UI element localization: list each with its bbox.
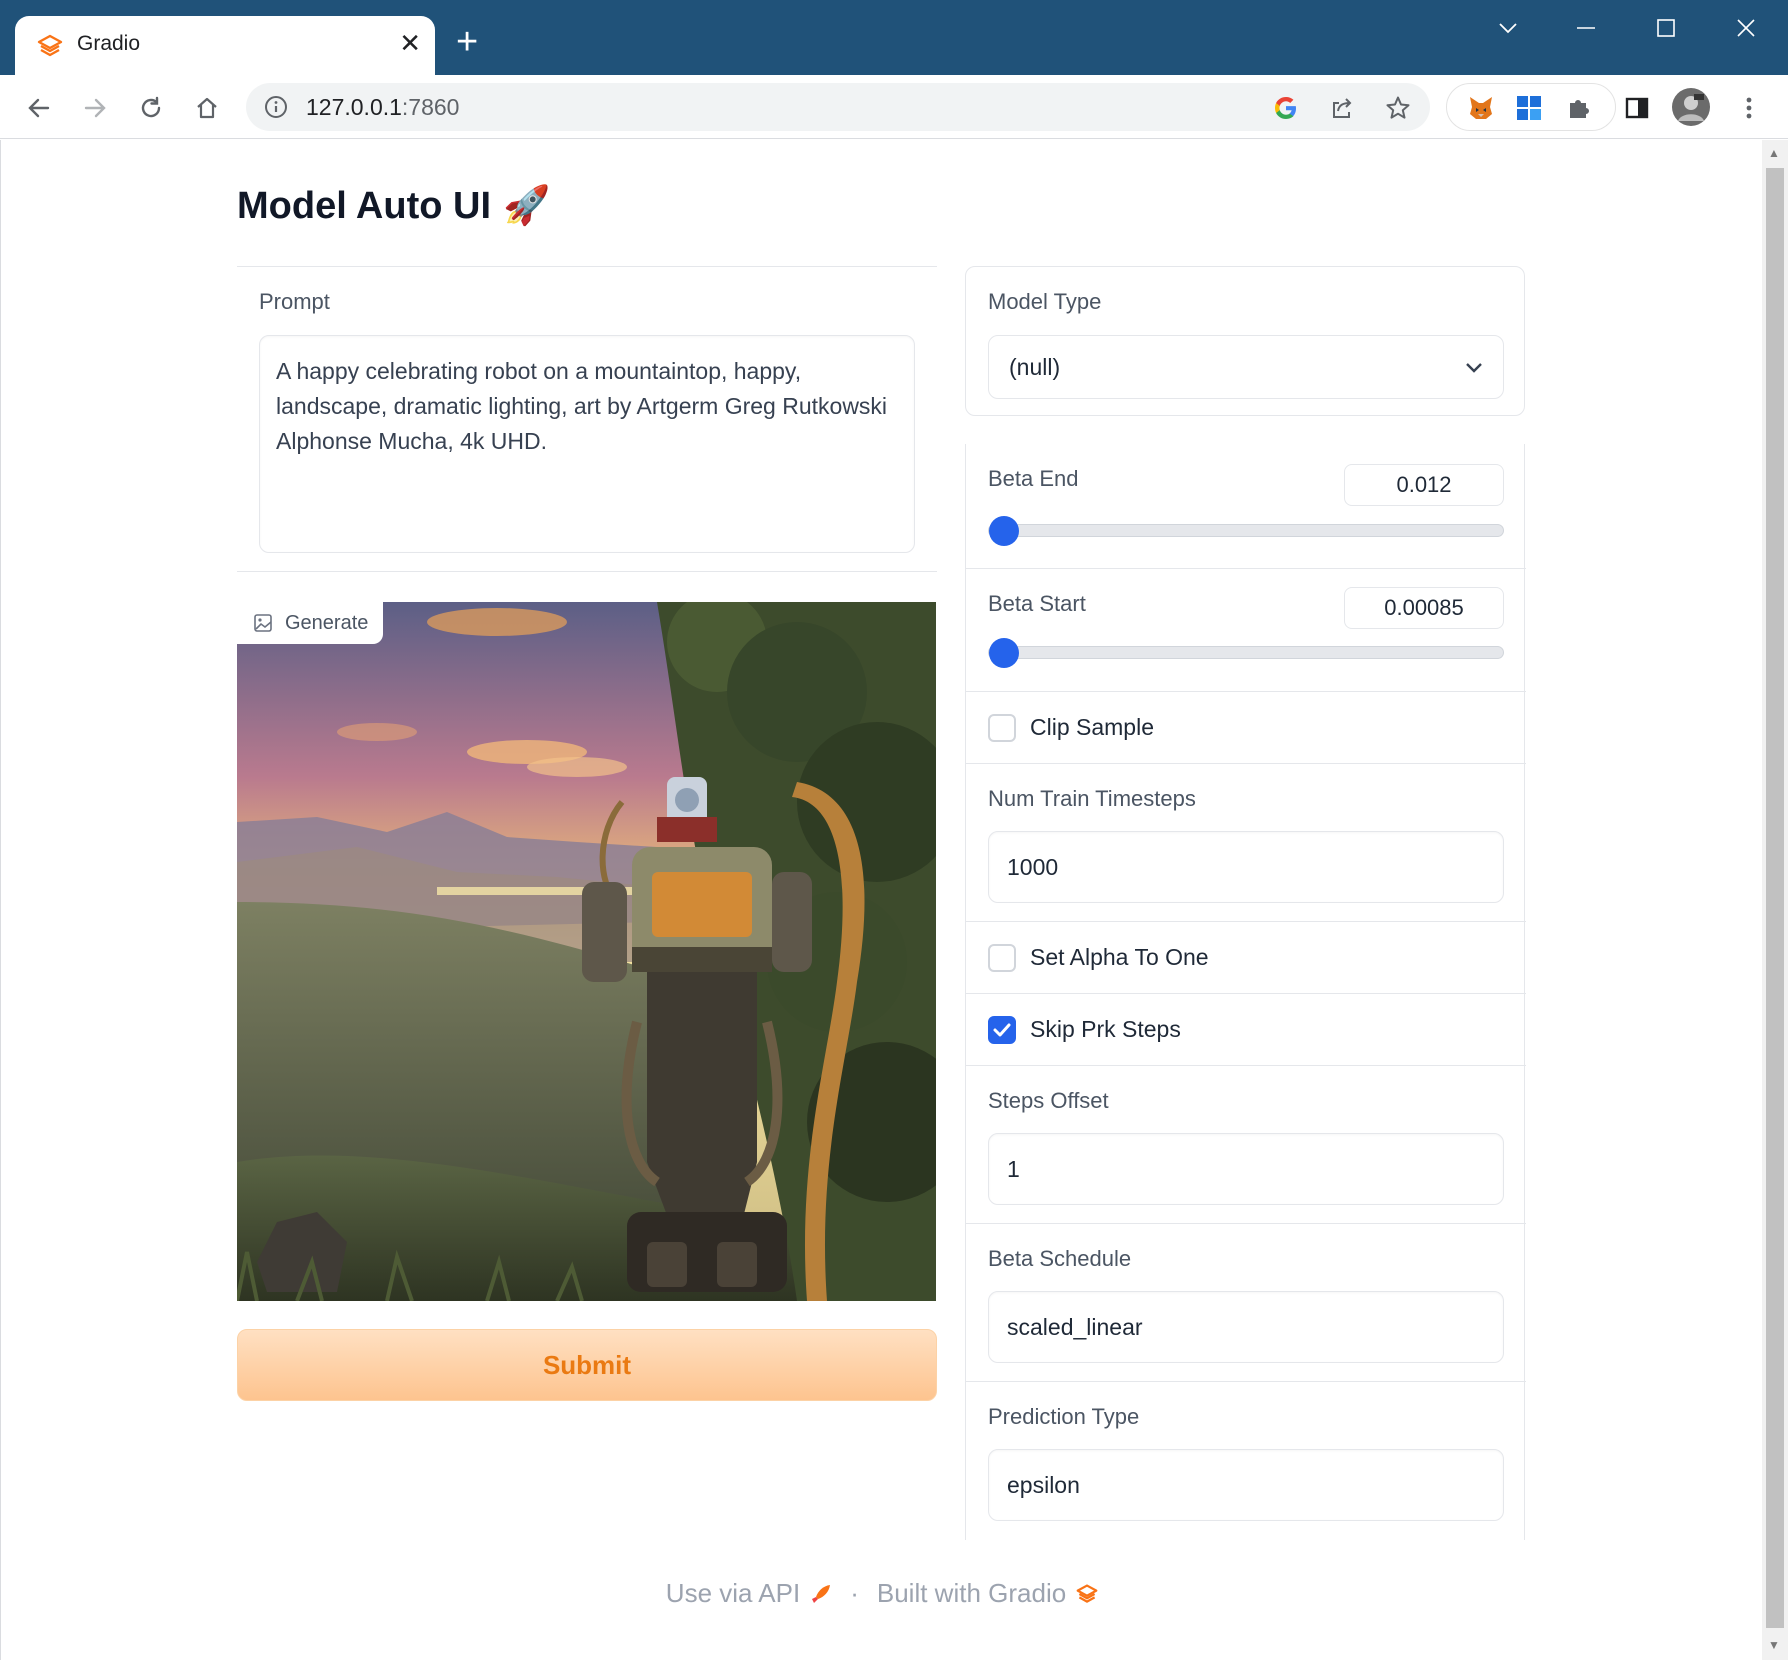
skip-prk-steps-checkbox[interactable] [988, 1016, 1016, 1044]
page-title: Model Auto UI 🚀 [237, 184, 551, 228]
set-alpha-to-one-label[interactable]: Set Alpha To One [1030, 944, 1209, 971]
beta-start-slider[interactable] [988, 638, 1504, 668]
image-label: Generate [237, 602, 384, 644]
checkmark-icon [993, 1023, 1011, 1037]
metamask-fox-icon[interactable] [1467, 94, 1495, 122]
prediction-type-input[interactable]: epsilon [988, 1449, 1504, 1521]
beta-schedule-row: Beta Schedule scaled_linear [966, 1224, 1526, 1382]
url-text[interactable]: 127.0.0.1:7860 [306, 94, 459, 121]
site-info-icon[interactable] [264, 95, 288, 119]
clip-sample-checkbox[interactable] [988, 714, 1016, 742]
scrollbar-thumb[interactable] [1766, 168, 1784, 1628]
clip-sample-row: Clip Sample [966, 692, 1526, 764]
steps-offset-input[interactable]: 1 [988, 1133, 1504, 1205]
skip-prk-steps-label[interactable]: Skip Prk Steps [1030, 1016, 1181, 1043]
use-via-api-link[interactable]: Use via API [666, 1578, 800, 1609]
maximize-icon[interactable] [1638, 10, 1694, 46]
prediction-type-label: Prediction Type [988, 1404, 1140, 1429]
beta-start-label: Beta Start [988, 591, 1086, 616]
submit-button[interactable]: Submit [237, 1329, 937, 1401]
extensions-group [1446, 83, 1616, 131]
image-icon [254, 614, 272, 632]
scroll-up-arrow-icon[interactable]: ▲ [1768, 146, 1780, 160]
steps-offset-row: Steps Offset 1 [966, 1066, 1526, 1224]
beta-schedule-label: Beta Schedule [988, 1246, 1132, 1271]
bookmark-star-icon[interactable] [1384, 94, 1412, 122]
model-type-block: Model Type (null) [965, 266, 1525, 416]
model-type-dropdown[interactable]: (null) [988, 335, 1504, 399]
beta-start-row: Beta Start 0.00085 [966, 569, 1526, 692]
settings-panel: Beta End 0.012 Beta Start 0.00085 Clip S… [965, 444, 1526, 1540]
page-scrollbar[interactable]: ▲ ▼ [1762, 140, 1788, 1660]
rocket-icon: 🚀 [503, 185, 551, 227]
forward-arrow-icon[interactable] [78, 91, 112, 125]
gradio-logo-icon [1076, 1583, 1098, 1603]
beta-start-number-input[interactable]: 0.00085 [1344, 587, 1504, 629]
scroll-down-arrow-icon[interactable]: ▼ [1768, 1638, 1780, 1652]
browser-menu-icon[interactable] [1732, 91, 1766, 125]
footer-separator: · [850, 1578, 859, 1608]
new-tab-button[interactable]: + [456, 22, 478, 62]
prompt-textarea[interactable]: A happy celebrating robot on a mountaint… [259, 335, 915, 553]
address-bar[interactable]: 127.0.0.1:7860 [246, 83, 1430, 131]
home-icon[interactable] [190, 91, 224, 125]
clip-sample-label[interactable]: Clip Sample [1030, 714, 1154, 741]
close-window-icon[interactable] [1718, 10, 1774, 46]
page-content: Model Auto UI 🚀 Prompt A happy celebrati… [0, 140, 1762, 1660]
browser-toolbar: 127.0.0.1:7860 [0, 75, 1788, 139]
puzzle-extensions-icon[interactable] [1565, 94, 1593, 122]
windows-extension-icon[interactable] [1515, 94, 1543, 122]
set-alpha-to-one-checkbox[interactable] [988, 944, 1016, 972]
google-icon[interactable] [1272, 94, 1300, 122]
browser-titlebar: Gradio ✕ + [0, 0, 1788, 75]
num-train-timesteps-input[interactable]: 1000 [988, 831, 1504, 903]
built-with-gradio-link[interactable]: Built with Gradio [877, 1578, 1066, 1609]
beta-end-number-input[interactable]: 0.012 [1344, 464, 1504, 506]
beta-schedule-input[interactable]: scaled_linear [988, 1291, 1504, 1363]
tab-search-icon[interactable] [1480, 10, 1536, 46]
minimize-icon[interactable] [1558, 10, 1614, 46]
share-icon[interactable] [1328, 94, 1356, 122]
beta-end-slider[interactable] [988, 516, 1504, 546]
back-arrow-icon[interactable] [22, 91, 56, 125]
chevron-down-icon [1466, 363, 1482, 373]
steps-offset-label: Steps Offset [988, 1088, 1109, 1113]
side-panel-icon[interactable] [1620, 91, 1654, 125]
browser-tab[interactable]: Gradio ✕ [15, 16, 435, 75]
beta-start-slider-handle[interactable] [989, 638, 1019, 668]
beta-end-slider-handle[interactable] [989, 516, 1019, 546]
prompt-block: Prompt A happy celebrating robot on a mo… [237, 266, 937, 572]
tab-title: Gradio [77, 32, 141, 55]
num-train-timesteps-label: Num Train Timesteps [988, 786, 1196, 811]
beta-end-label: Beta End [988, 466, 1079, 491]
output-image: Generate [237, 602, 936, 1301]
beta-end-row: Beta End 0.012 [966, 444, 1526, 569]
generated-robot-image [237, 602, 936, 1301]
rocket-small-icon [812, 1584, 831, 1603]
reload-icon[interactable] [134, 91, 168, 125]
prediction-type-row: Prediction Type epsilon [966, 1382, 1526, 1540]
set-alpha-to-one-row: Set Alpha To One [966, 922, 1526, 994]
close-tab-icon[interactable]: ✕ [399, 28, 421, 58]
skip-prk-steps-row: Skip Prk Steps [966, 994, 1526, 1066]
gradio-logo-icon [37, 34, 63, 57]
footer: Use via API · Built with Gradio [1, 1578, 1763, 1609]
profile-avatar[interactable] [1672, 88, 1710, 126]
prompt-label: Prompt [259, 289, 330, 314]
model-type-label: Model Type [988, 289, 1102, 314]
num-train-timesteps-row: Num Train Timesteps 1000 [966, 764, 1526, 922]
